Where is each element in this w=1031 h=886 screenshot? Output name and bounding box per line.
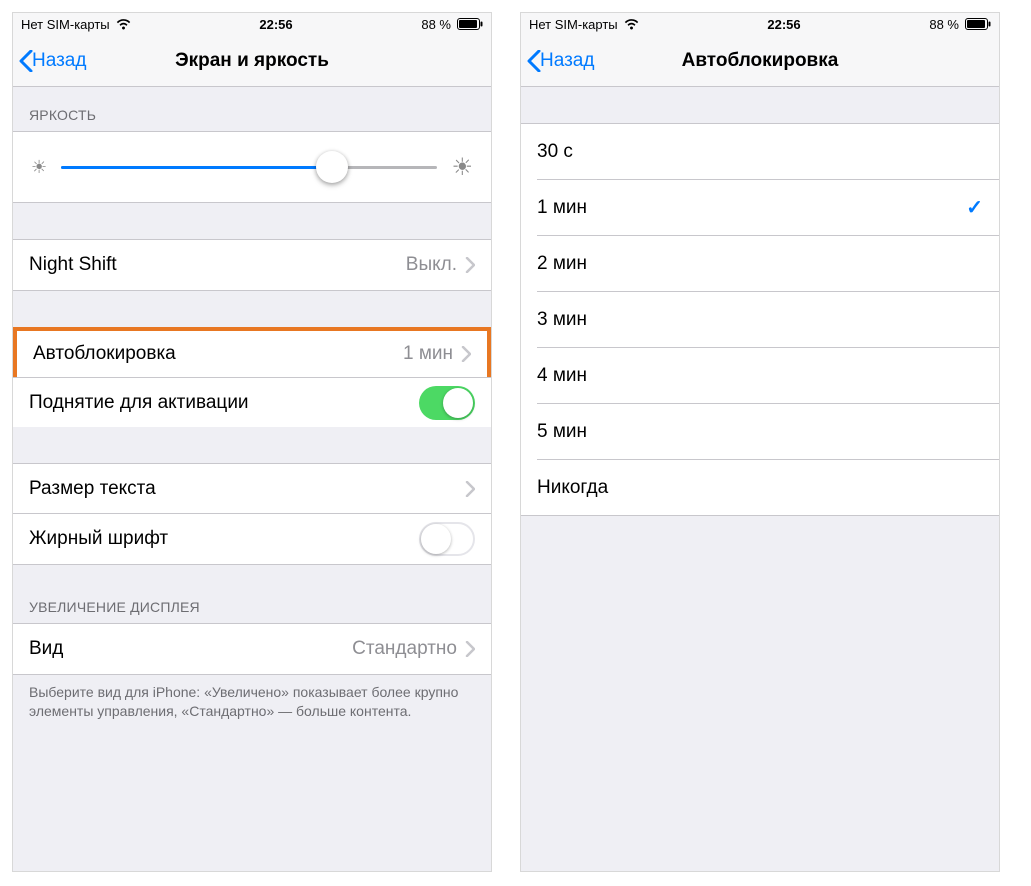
autolock-option[interactable]: 5 мин [521, 404, 999, 459]
autolock-option[interactable]: 2 мин [521, 236, 999, 291]
wifi-icon [624, 19, 639, 30]
autolock-row[interactable]: Автоблокировка 1 мин [13, 327, 491, 377]
autolock-option[interactable]: Никогда [521, 460, 999, 515]
chevron-right-icon [465, 641, 475, 657]
wifi-icon [116, 19, 131, 30]
battery-icon [965, 18, 991, 30]
option-label: 1 мин [537, 197, 587, 219]
autolock-value: 1 мин [403, 343, 453, 365]
night-shift-row[interactable]: Night Shift Выкл. [13, 240, 491, 290]
option-label: 2 мин [537, 253, 587, 275]
night-shift-label: Night Shift [29, 254, 117, 276]
text-size-label: Размер текста [29, 478, 156, 500]
status-carrier: Нет SIM-карты [21, 17, 110, 32]
sun-high-icon: ☀︎ [451, 153, 473, 182]
brightness-slider[interactable] [61, 166, 437, 169]
autolock-option[interactable]: 3 мин [521, 292, 999, 347]
autolock-option[interactable]: 30 с [521, 124, 999, 179]
status-battery-text: 88 % [929, 17, 959, 32]
option-label: 30 с [537, 141, 573, 163]
option-label: 5 мин [537, 421, 587, 443]
status-bar: Нет SIM-карты 22:56 88 % [521, 13, 999, 35]
view-label: Вид [29, 638, 63, 660]
brightness-slider-cell: ☀︎ ☀︎ [13, 132, 491, 202]
back-button[interactable]: Назад [521, 50, 594, 72]
chevron-right-icon [461, 346, 471, 362]
sun-low-icon: ☀︎ [31, 157, 47, 178]
screen-autolock: Нет SIM-карты 22:56 88 % Назад Автоблоки… [520, 12, 1000, 872]
nav-bar: Назад Экран и яркость [13, 35, 491, 87]
option-label: Никогда [537, 477, 608, 499]
status-bar: Нет SIM-карты 22:56 88 % [13, 13, 491, 35]
back-label: Назад [540, 50, 594, 72]
text-size-row[interactable]: Размер текста [13, 464, 491, 514]
slider-thumb[interactable] [316, 151, 348, 183]
chevron-left-icon [19, 50, 33, 72]
battery-icon [457, 18, 483, 30]
chevron-right-icon [465, 481, 475, 497]
autolock-option[interactable]: 1 мин ✓ [521, 180, 999, 235]
back-label: Назад [32, 50, 86, 72]
status-carrier: Нет SIM-карты [529, 17, 618, 32]
raise-to-wake-label: Поднятие для активации [29, 392, 249, 414]
raise-to-wake-row: Поднятие для активации [13, 377, 491, 427]
bold-text-row: Жирный шрифт [13, 514, 491, 564]
bold-text-label: Жирный шрифт [29, 528, 168, 550]
chevron-right-icon [465, 257, 475, 273]
status-time: 22:56 [767, 17, 800, 32]
section-header-brightness: ЯРКОСТЬ [13, 87, 491, 131]
autolock-options: 30 с 1 мин ✓ 2 мин 3 мин 4 мин 5 мин Никогда [521, 123, 999, 516]
status-time: 22:56 [259, 17, 292, 32]
autolock-option[interactable]: 4 мин [521, 348, 999, 403]
chevron-left-icon [527, 50, 541, 72]
nav-bar: Назад Автоблокировка [521, 35, 999, 87]
back-button[interactable]: Назад [13, 50, 86, 72]
section-header-display-zoom: УВЕЛИЧЕНИЕ ДИСПЛЕЯ [13, 565, 491, 623]
display-zoom-footer: Выберите вид для iPhone: «Увеличено» пок… [13, 675, 491, 737]
status-battery-text: 88 % [421, 17, 451, 32]
bold-text-toggle[interactable] [419, 522, 475, 556]
night-shift-value: Выкл. [406, 254, 457, 276]
option-label: 3 мин [537, 309, 587, 331]
view-row[interactable]: Вид Стандартно [13, 624, 491, 674]
screen-display-brightness: Нет SIM-карты 22:56 88 % Назад Экран и я… [12, 12, 492, 872]
raise-to-wake-toggle[interactable] [419, 386, 475, 420]
autolock-label: Автоблокировка [33, 343, 176, 365]
view-value: Стандартно [352, 638, 457, 660]
checkmark-icon: ✓ [966, 195, 983, 220]
option-label: 4 мин [537, 365, 587, 387]
